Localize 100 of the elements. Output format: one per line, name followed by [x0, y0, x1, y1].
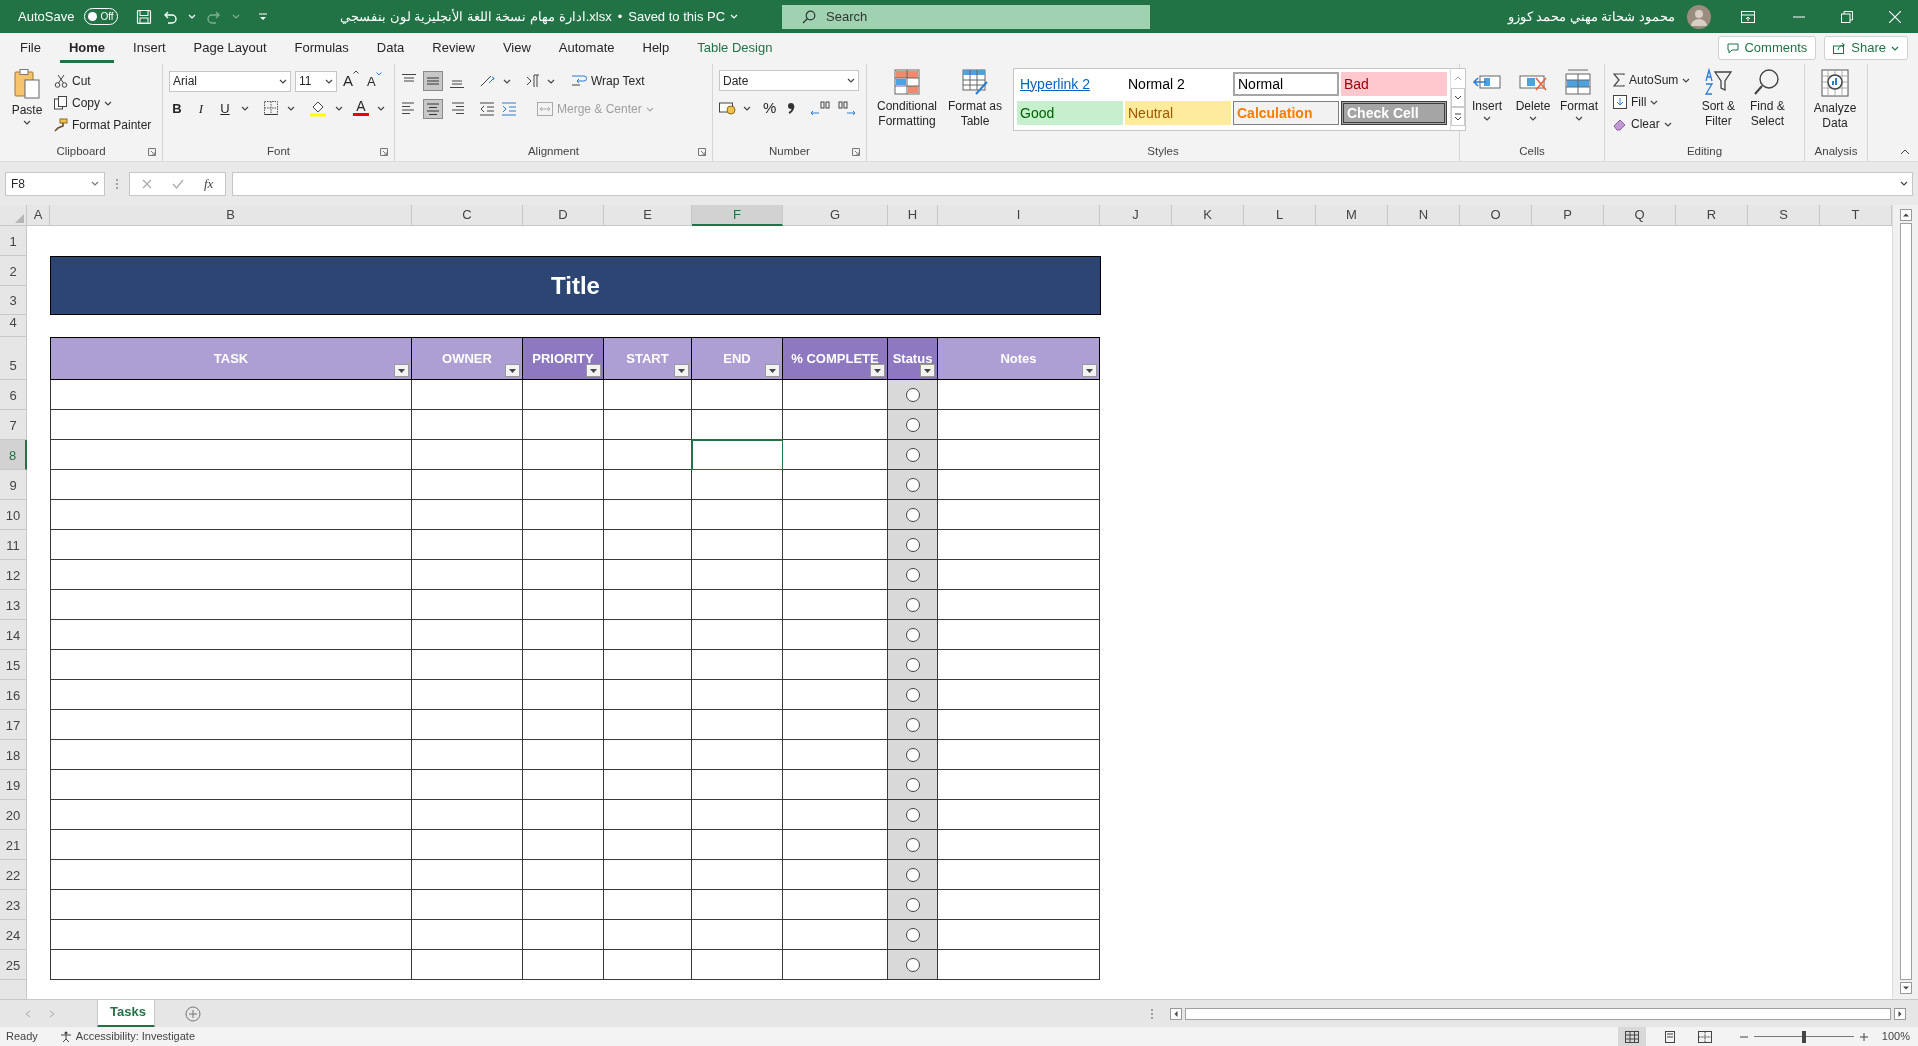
table-cell[interactable] [692, 860, 783, 890]
table-cell[interactable] [412, 560, 523, 590]
table-cell[interactable] [888, 470, 938, 500]
table-cell[interactable] [888, 800, 938, 830]
table-cell[interactable] [888, 920, 938, 950]
table-cell[interactable] [412, 800, 523, 830]
cells-format-button[interactable]: Format [1558, 68, 1600, 121]
table-cell[interactable] [50, 500, 412, 530]
table-cell[interactable] [604, 560, 692, 590]
table-cell[interactable] [604, 770, 692, 800]
status-radio[interactable] [905, 567, 920, 582]
status-radio[interactable] [905, 657, 920, 672]
number-format-field[interactable]: Date [719, 70, 859, 91]
scroll-up-icon[interactable] [1899, 209, 1912, 221]
table-cell[interactable] [938, 740, 1100, 770]
dialog-launcher-icon[interactable] [380, 148, 388, 156]
status-radio[interactable] [905, 477, 920, 492]
table-cell[interactable] [50, 920, 412, 950]
table-cell[interactable] [50, 560, 412, 590]
status-radio[interactable] [905, 717, 920, 732]
table-cell[interactable] [50, 770, 412, 800]
table-cell[interactable] [938, 500, 1100, 530]
page-layout-view-icon[interactable] [1663, 1030, 1676, 1043]
table-cell[interactable] [938, 470, 1100, 500]
page-break-view-icon[interactable] [1697, 1030, 1712, 1043]
vertical-scrollbar-thumb[interactable] [1899, 223, 1912, 980]
save-icon[interactable] [135, 8, 152, 25]
accounting-format-icon[interactable] [719, 101, 737, 116]
table-cell[interactable] [604, 860, 692, 890]
table-cell[interactable] [938, 530, 1100, 560]
table-cell[interactable] [938, 830, 1100, 860]
table-cell[interactable] [938, 380, 1100, 410]
table-cell[interactable] [692, 470, 783, 500]
column-header[interactable]: E [604, 205, 692, 226]
cell-style[interactable]: Normal [1233, 72, 1339, 96]
table-cell[interactable] [412, 830, 523, 860]
table-cell[interactable] [692, 890, 783, 920]
row-header[interactable]: 25 [0, 950, 27, 980]
status-radio[interactable] [905, 447, 920, 462]
table-cell[interactable] [938, 920, 1100, 950]
table-cell[interactable] [604, 470, 692, 500]
format-painter-button[interactable]: Format Painter [52, 114, 154, 136]
table-cell[interactable] [888, 620, 938, 650]
accessibility-button[interactable]: Accessibility: Investigate [59, 1028, 195, 1045]
italic-button[interactable]: I [193, 98, 209, 118]
table-cell[interactable] [604, 500, 692, 530]
table-cell[interactable] [50, 530, 412, 560]
column-header[interactable]: T [1820, 205, 1892, 226]
column-header[interactable]: M [1316, 205, 1388, 226]
scroll-left-icon[interactable] [1170, 1007, 1182, 1020]
row-header[interactable]: 16 [0, 680, 27, 710]
status-radio[interactable] [905, 627, 920, 642]
decrease-decimal-icon[interactable] [836, 100, 857, 117]
table-cell[interactable] [50, 830, 412, 860]
row-header[interactable]: 2 [0, 256, 27, 286]
table-cell[interactable] [604, 950, 692, 980]
column-header[interactable]: S [1748, 205, 1820, 226]
table-cell[interactable] [412, 950, 523, 980]
table-cell[interactable] [523, 560, 604, 590]
table-cell[interactable] [604, 650, 692, 680]
underline-button[interactable]: U [217, 98, 233, 118]
table-cell[interactable] [412, 710, 523, 740]
table-cell[interactable] [604, 830, 692, 860]
table-cell[interactable] [50, 800, 412, 830]
table-cell[interactable] [50, 740, 412, 770]
table-cell[interactable] [523, 950, 604, 980]
table-cell[interactable] [412, 920, 523, 950]
save-status[interactable]: Saved to this PC [628, 6, 739, 27]
table-cell[interactable] [692, 560, 783, 590]
restore-icon[interactable] [1841, 10, 1853, 23]
row-header[interactable]: 6 [0, 380, 27, 410]
ribbon-tab[interactable]: Data [367, 33, 414, 63]
table-cell[interactable] [938, 770, 1100, 800]
table-cell[interactable] [50, 710, 412, 740]
status-radio[interactable] [905, 777, 920, 792]
row-header[interactable]: 10 [0, 500, 27, 530]
status-radio[interactable] [905, 957, 920, 972]
name-box[interactable]: F8 [5, 171, 105, 196]
ribbon-tab[interactable]: Page Layout [184, 33, 276, 63]
table-cell[interactable] [523, 380, 604, 410]
row-header[interactable]: 9 [0, 470, 27, 500]
cut-button[interactable]: Cut [52, 70, 154, 92]
row-header[interactable]: 15 [0, 650, 27, 680]
row-header[interactable]: 12 [0, 560, 27, 590]
table-cell[interactable] [523, 860, 604, 890]
ribbon-tab[interactable]: File [11, 33, 50, 63]
column-header[interactable]: R [1676, 205, 1748, 226]
font-size-field[interactable]: 11 [295, 70, 337, 92]
table-cell[interactable] [888, 410, 938, 440]
font-name-field[interactable]: Arial [169, 70, 291, 92]
cells-insert-button[interactable]: Insert [1466, 68, 1508, 121]
table-cell[interactable] [412, 380, 523, 410]
search-field[interactable]: Search [782, 4, 1150, 29]
status-radio[interactable] [905, 837, 920, 852]
orientation-icon[interactable] [479, 73, 497, 89]
table-cell[interactable] [938, 890, 1100, 920]
table-cell[interactable] [523, 770, 604, 800]
sort-filter-button[interactable]: Sort & Filter [1696, 68, 1741, 129]
decrease-indent-icon[interactable] [479, 101, 495, 117]
table-cell[interactable] [888, 770, 938, 800]
